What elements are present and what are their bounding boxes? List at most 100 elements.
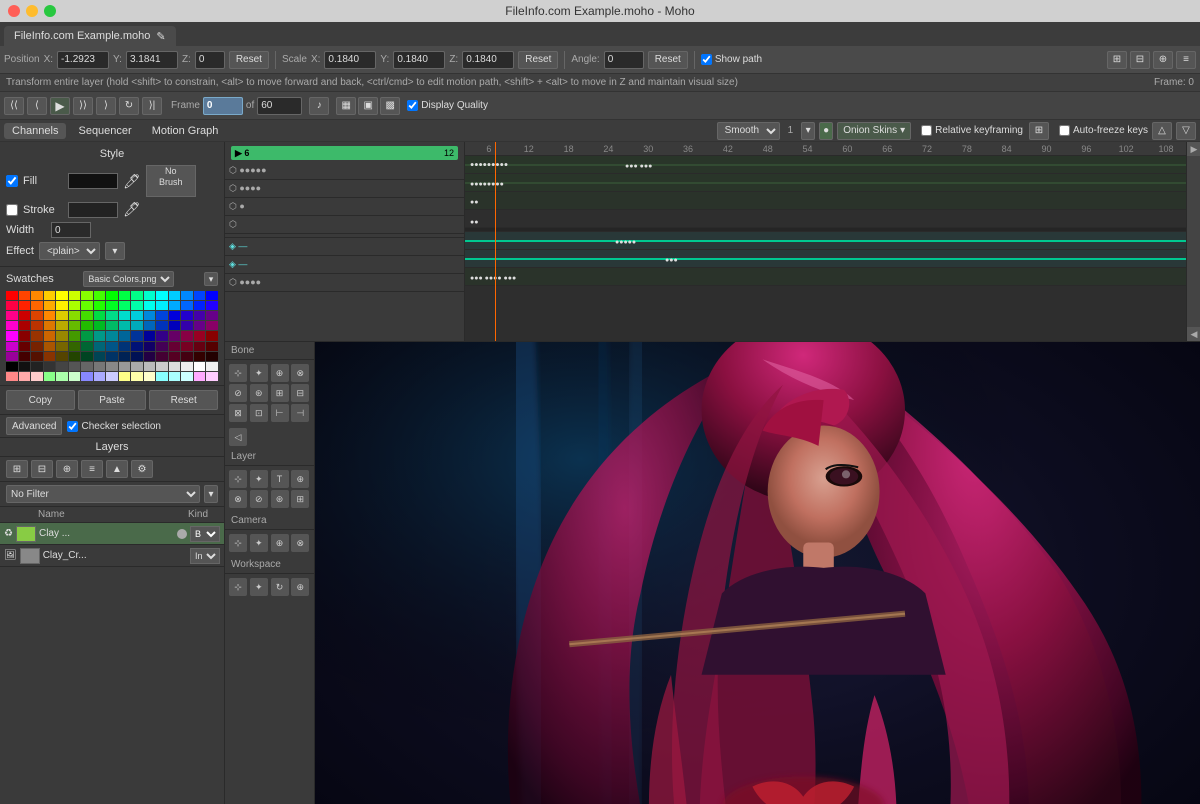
swatch-cell-85[interactable] xyxy=(6,342,18,351)
swatch-cell-134[interactable] xyxy=(194,362,206,371)
swatch-cell-121[interactable] xyxy=(31,362,43,371)
swatch-cell-73[interactable] xyxy=(69,331,81,340)
swatch-cell-38[interactable] xyxy=(56,311,68,320)
swatch-cell-23[interactable] xyxy=(81,301,93,310)
quality-checkbox[interactable]: Display Quality xyxy=(407,100,488,111)
swatch-cell-142[interactable] xyxy=(81,372,93,381)
swatch-cell-111[interactable] xyxy=(119,352,131,361)
swatch-cell-82[interactable] xyxy=(181,331,193,340)
bone-tool-3[interactable]: ⊕ xyxy=(271,364,289,382)
bone-tool-10[interactable]: ⊡ xyxy=(250,404,268,422)
layer-tool-8[interactable]: ⊞ xyxy=(291,490,309,508)
swatch-cell-140[interactable] xyxy=(56,372,68,381)
swatch-cell-10[interactable] xyxy=(131,291,143,300)
sx-input[interactable] xyxy=(324,51,376,69)
icon-btn-4[interactable]: ≡ xyxy=(1176,51,1196,69)
swatch-cell-94[interactable] xyxy=(119,342,131,351)
swatch-cell-4[interactable] xyxy=(56,291,68,300)
swatch-cell-84[interactable] xyxy=(206,331,218,340)
swatch-cell-27[interactable] xyxy=(131,301,143,310)
bone-tool-4[interactable]: ⊗ xyxy=(291,364,309,382)
layer-btn-4[interactable]: ≡ xyxy=(81,460,103,478)
fill-swatch[interactable] xyxy=(68,173,118,189)
swatch-cell-14[interactable] xyxy=(181,291,193,300)
swatch-cell-127[interactable] xyxy=(106,362,118,371)
swatch-cell-63[interactable] xyxy=(156,321,168,330)
swatch-cell-17[interactable] xyxy=(6,301,18,310)
effect-menu-btn[interactable]: ▾ xyxy=(105,242,125,260)
swatch-cell-117[interactable] xyxy=(194,352,206,361)
swatch-cell-138[interactable] xyxy=(31,372,43,381)
swatch-cell-7[interactable] xyxy=(94,291,106,300)
swatches-menu-btn[interactable]: ▾ xyxy=(204,272,218,286)
swatch-cell-143[interactable] xyxy=(94,372,106,381)
layers-filter-select[interactable]: No Filter xyxy=(6,485,200,503)
swatch-cell-139[interactable] xyxy=(44,372,56,381)
tab-sequencer[interactable]: Sequencer xyxy=(70,123,139,139)
swatch-cell-130[interactable] xyxy=(144,362,156,371)
swatch-cell-39[interactable] xyxy=(69,311,81,320)
filter-menu-btn[interactable]: ▾ xyxy=(204,485,218,503)
ws-tool-3[interactable]: ↻ xyxy=(271,578,289,596)
swatch-cell-75[interactable] xyxy=(94,331,106,340)
swatch-cell-37[interactable] xyxy=(44,311,56,320)
swatch-cell-31[interactable] xyxy=(181,301,193,310)
swatch-cell-68[interactable] xyxy=(6,331,18,340)
scroll-left[interactable]: ◀ xyxy=(1187,327,1200,341)
swatch-cell-87[interactable] xyxy=(31,342,43,351)
swatch-cell-99[interactable] xyxy=(181,342,193,351)
swatch-cell-44[interactable] xyxy=(131,311,143,320)
swatch-cell-58[interactable] xyxy=(94,321,106,330)
auto-freeze-check[interactable]: Auto-freeze keys xyxy=(1059,125,1148,136)
swatch-cell-107[interactable] xyxy=(69,352,81,361)
swatch-cell-49[interactable] xyxy=(194,311,206,320)
swatch-cell-108[interactable] xyxy=(81,352,93,361)
swatch-cell-42[interactable] xyxy=(106,311,118,320)
swatch-cell-76[interactable] xyxy=(106,331,118,340)
swatch-cell-77[interactable] xyxy=(119,331,131,340)
swatch-cell-29[interactable] xyxy=(156,301,168,310)
timeline-scrollbar[interactable]: ▶ ◀ xyxy=(1186,142,1200,341)
bone-tool-1[interactable]: ⊹ xyxy=(229,364,247,382)
swatch-cell-103[interactable] xyxy=(19,352,31,361)
swatch-cell-54[interactable] xyxy=(44,321,56,330)
swatch-cell-89[interactable] xyxy=(56,342,68,351)
swatch-cell-0[interactable] xyxy=(6,291,18,300)
swatch-cell-110[interactable] xyxy=(106,352,118,361)
swatch-cell-52[interactable] xyxy=(19,321,31,330)
fast-forward-btn[interactable]: ⟩⟩ xyxy=(73,97,93,115)
swatch-cell-2[interactable] xyxy=(31,291,43,300)
camera-tool-3[interactable]: ⊕ xyxy=(271,534,289,552)
swatch-cell-131[interactable] xyxy=(156,362,168,371)
tab-motion-graph[interactable]: Motion Graph xyxy=(144,123,227,139)
bone-arrow-left[interactable]: ◁ xyxy=(229,428,247,446)
prev-frame-btn[interactable]: ⟨ xyxy=(27,97,47,115)
y-input[interactable] xyxy=(126,51,178,69)
reset-button-1[interactable]: Reset xyxy=(229,51,269,69)
swatch-cell-93[interactable] xyxy=(106,342,118,351)
loop-btn[interactable]: ↻ xyxy=(119,97,139,115)
swatch-cell-145[interactable] xyxy=(119,372,131,381)
swatch-cell-13[interactable] xyxy=(169,291,181,300)
width-input[interactable] xyxy=(51,222,91,238)
next-frame-btn[interactable]: ⟩ xyxy=(96,97,116,115)
swatch-cell-59[interactable] xyxy=(106,321,118,330)
swatch-cell-81[interactable] xyxy=(169,331,181,340)
x-input[interactable] xyxy=(57,51,109,69)
swatch-cell-126[interactable] xyxy=(94,362,106,371)
onion-skins-btn[interactable]: Onion Skins ▾ xyxy=(837,122,911,140)
quality-btn-1[interactable]: ▦ xyxy=(336,97,356,115)
swatch-cell-48[interactable] xyxy=(181,311,193,320)
maximize-button[interactable] xyxy=(44,5,56,17)
swatch-cell-109[interactable] xyxy=(94,352,106,361)
bone-tool-5[interactable]: ⊘ xyxy=(229,384,247,402)
swatch-cell-144[interactable] xyxy=(106,372,118,381)
swatch-cell-83[interactable] xyxy=(194,331,206,340)
quality-btn-3[interactable]: ▩ xyxy=(380,97,400,115)
swatch-cell-149[interactable] xyxy=(169,372,181,381)
swatch-cell-16[interactable] xyxy=(206,291,218,300)
swatch-cell-28[interactable] xyxy=(144,301,156,310)
layer-vis-1[interactable] xyxy=(177,529,187,539)
swatch-cell-5[interactable] xyxy=(69,291,81,300)
layer-btn-2[interactable]: ⊟ xyxy=(31,460,53,478)
